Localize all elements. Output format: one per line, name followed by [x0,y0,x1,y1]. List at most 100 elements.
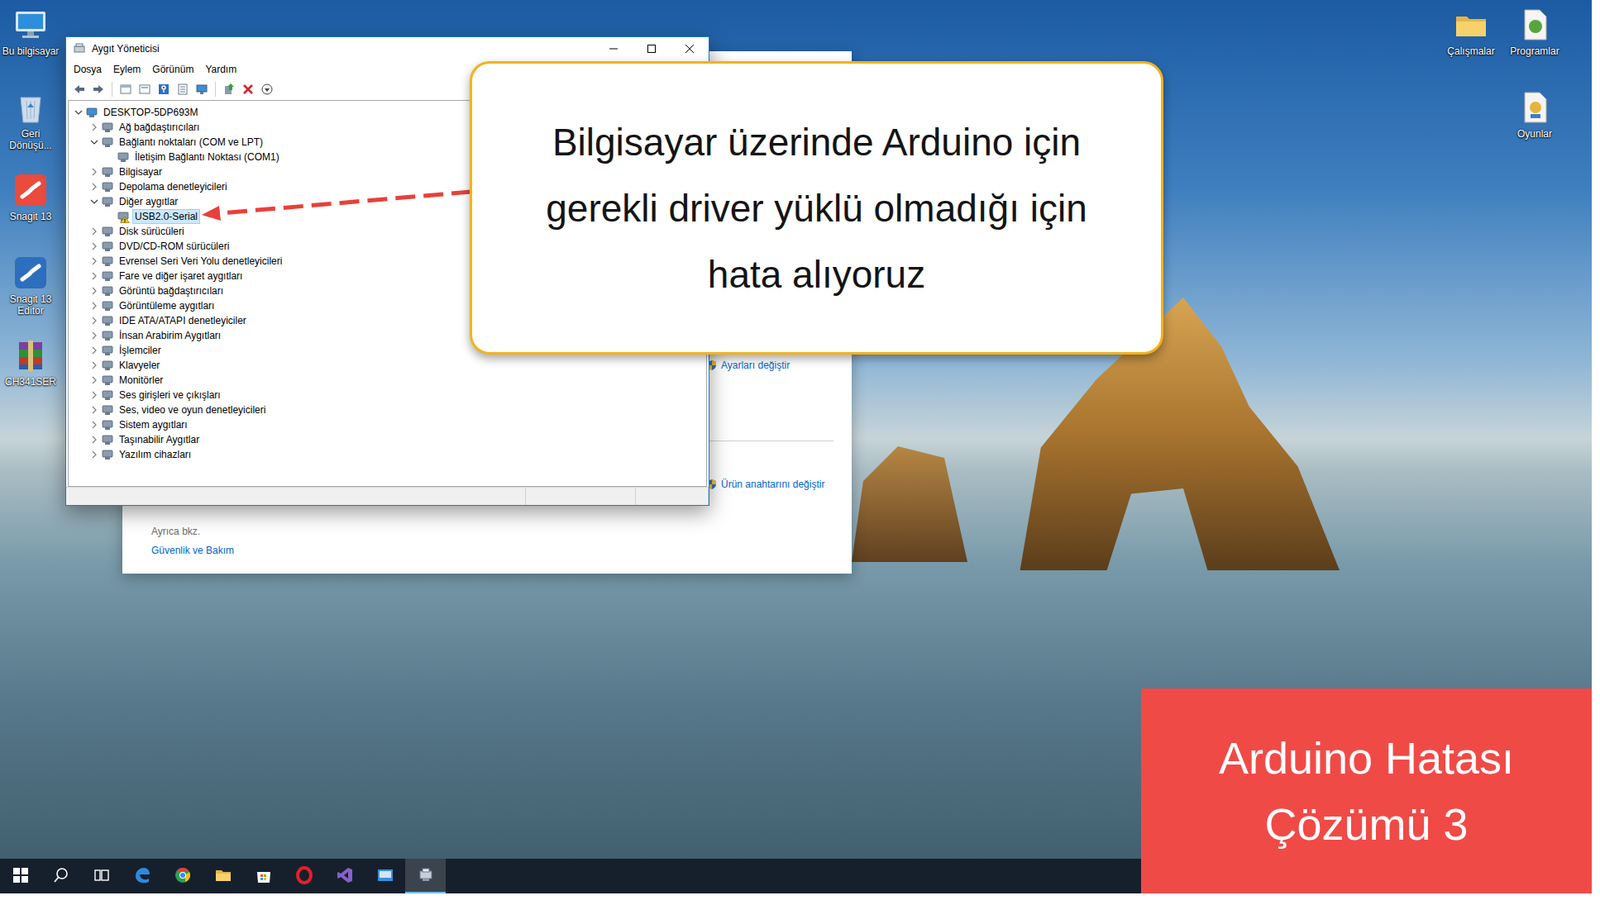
tree-expander[interactable] [87,239,101,254]
tree-expander[interactable] [87,299,101,313]
collapsed-chevron-icon[interactable] [90,167,99,177]
back-icon[interactable] [72,82,86,96]
security-maintenance-link[interactable]: Güvenlik ve Bakım [151,544,852,557]
tree-expander[interactable] [87,254,101,268]
tree-expander[interactable] [87,284,101,298]
tree-expander[interactable] [87,135,101,149]
desktop-icon[interactable]: Snagit 13 [0,168,62,252]
desktop-icon[interactable]: Bu bilgisayar [0,3,62,86]
collapsed-chevron-icon[interactable] [90,286,99,296]
tree-expander[interactable] [87,388,101,402]
close-button[interactable] [670,37,709,61]
desktop-icon[interactable]: Programlar [1504,3,1566,86]
collapsed-chevron-icon[interactable] [90,227,99,236]
desktop-icon[interactable]: Oyunlar [1504,85,1566,169]
tree-expander[interactable] [87,224,101,239]
taskbar-item[interactable] [121,859,163,894]
tree-expander[interactable] [87,180,101,194]
tree-expander[interactable] [87,120,101,134]
collapsed-chevron-icon[interactable] [90,420,99,430]
tree-expander[interactable] [87,433,101,447]
taskbar-item[interactable] [81,859,122,894]
taskbar-item[interactable] [324,859,365,894]
update-driver-icon[interactable] [222,82,236,96]
collapsed-chevron-icon[interactable] [90,450,99,459]
collapsed-chevron-icon[interactable] [90,376,99,385]
taskbar-item[interactable] [0,859,41,894]
tree-expander[interactable] [87,403,101,417]
toolbar-button[interactable] [90,81,107,98]
enable-device-icon[interactable] [260,82,274,96]
collapsed-chevron-icon[interactable] [90,361,99,370]
collapsed-chevron-icon[interactable] [90,123,99,132]
tree-expander[interactable] [87,418,101,432]
tree-expander[interactable] [87,343,101,358]
desktop-icon[interactable]: CH341SER [0,334,62,417]
tree-expander[interactable] [87,358,101,373]
scan-hardware-icon[interactable] [195,82,209,96]
menu-item[interactable]: Görünüm [146,63,200,76]
tree-expander[interactable] [87,195,101,209]
collapsed-chevron-icon[interactable] [90,242,99,251]
uninstall-icon[interactable] [241,82,255,96]
tree-row[interactable]: Ses girişleri ve çıkışları [71,387,707,403]
toolbar-button[interactable] [174,81,192,98]
taskbar-item[interactable] [40,859,82,894]
menu-item[interactable]: Yardım [199,63,243,76]
taskbar-item[interactable] [283,859,325,894]
desktop-icon[interactable]: Snagit 13 Editor [0,251,62,335]
tree-row[interactable]: Sistem aygıtları [71,417,707,433]
toolbar-button[interactable] [155,81,172,98]
taskbar-item[interactable] [202,859,244,894]
forward-icon[interactable] [91,82,106,96]
toolbar-button[interactable] [239,81,257,98]
toolbar-button[interactable] [258,81,276,98]
taskbar-item[interactable] [405,859,446,894]
taskbar-item[interactable] [364,859,406,894]
properties-icon[interactable] [176,82,190,96]
tree-row[interactable]: Taşınabilir Aygıtlar [71,432,707,448]
expanded-chevron-icon[interactable] [74,108,83,117]
taskbar-item[interactable] [162,859,203,894]
maximize-button[interactable] [632,37,671,61]
minimize-button[interactable] [594,37,633,61]
toolbar-button[interactable] [71,81,88,98]
menu-item[interactable]: Dosya [67,63,108,76]
collapsed-chevron-icon[interactable] [90,405,99,415]
collapsed-chevron-icon[interactable] [90,316,99,325]
toolbar-button[interactable] [193,81,211,98]
tree-expander[interactable] [87,373,101,387]
details-icon[interactable] [138,82,152,96]
collapsed-chevron-icon[interactable] [90,435,99,445]
collapsed-chevron-icon[interactable] [90,182,99,192]
collapsed-chevron-icon[interactable] [90,301,99,311]
desktop-icon[interactable]: Çalışmalar [1440,3,1502,86]
view-icon[interactable] [119,82,133,96]
tree-row[interactable]: Monitörler [71,372,707,388]
expanded-chevron-icon[interactable] [90,197,99,206]
collapsed-chevron-icon[interactable] [90,257,99,266]
collapsed-chevron-icon[interactable] [90,346,99,355]
menu-item[interactable]: Eylem [107,63,147,76]
change-settings-link[interactable]: Ayarları değiştir [706,358,847,373]
desktop-icon[interactable]: Geri Dönüşü... [0,85,62,169]
tree-expander[interactable] [87,269,101,283]
change-product-key-link[interactable]: Ürün anahtarını değiştir [706,477,847,492]
expanded-chevron-icon[interactable] [90,138,99,147]
tree-expander[interactable] [87,329,101,343]
collapsed-chevron-icon[interactable] [90,331,99,340]
tree-expander[interactable] [87,165,101,179]
tree-row[interactable]: Klavyeler [71,358,707,373]
collapsed-chevron-icon[interactable] [90,272,99,281]
collapsed-chevron-icon[interactable] [90,391,99,400]
toolbar-button[interactable] [136,81,153,98]
title-bar[interactable]: Aygıt Yöneticisi [66,37,709,61]
taskbar-item[interactable] [243,859,284,894]
toolbar-button[interactable] [220,81,238,98]
help-icon[interactable] [157,82,171,96]
tree-expander[interactable] [87,448,101,462]
toolbar-button[interactable] [117,81,134,98]
tree-expander[interactable] [87,314,101,328]
tree-row[interactable]: Yazılım cihazları [71,447,707,463]
tree-expander[interactable] [71,105,86,120]
